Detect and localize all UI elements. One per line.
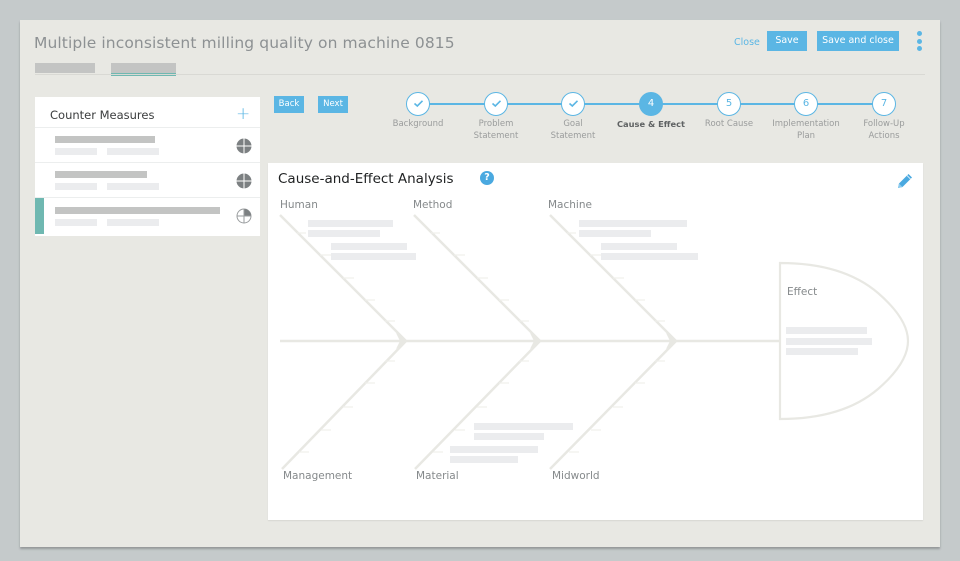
- check-icon: [568, 100, 578, 108]
- step-label: Follow-Up Actions: [844, 119, 924, 142]
- save-and-close-button[interactable]: Save and close: [817, 31, 899, 51]
- step-label-current: Cause & Effect: [616, 119, 686, 129]
- kebab-vertical-icon[interactable]: [916, 31, 922, 53]
- check-icon: [413, 100, 423, 108]
- step-label: Implementation Plan: [766, 119, 846, 142]
- sub-bones: [297, 232, 665, 453]
- counter-measure-item[interactable]: [35, 127, 260, 162]
- step-label-text: Problem Statement: [473, 119, 519, 141]
- step-1-done[interactable]: [406, 92, 430, 116]
- progress-quarter-icon: [236, 208, 252, 224]
- cause-effect-card: Cause-and-Effect Analysis ? Human Method…: [268, 163, 923, 520]
- panel-title: Counter Measures: [50, 108, 155, 122]
- counter-measures-panel: Counter Measures +: [35, 97, 260, 236]
- item-meta-placeholder: [107, 183, 159, 190]
- step-7[interactable]: 7: [872, 92, 896, 116]
- category-label-management: Management: [283, 470, 353, 482]
- step-label: Goal Statement: [533, 119, 613, 142]
- counter-measure-item[interactable]: [35, 162, 260, 197]
- back-button[interactable]: Back: [274, 96, 304, 113]
- page-title: Multiple inconsistent milling quality on…: [34, 34, 455, 52]
- check-icon: [491, 100, 501, 108]
- item-meta-placeholder: [55, 183, 97, 190]
- item-title-placeholder: [55, 136, 155, 143]
- item-meta-placeholder: [107, 219, 159, 226]
- progress-full-icon: [236, 173, 252, 189]
- card-title: Cause-and-Effect Analysis: [278, 171, 454, 187]
- step-2-done[interactable]: [484, 92, 508, 116]
- step-label: Background: [392, 119, 444, 129]
- save-button[interactable]: Save: [767, 31, 807, 51]
- item-meta-placeholder: [107, 148, 159, 155]
- question-icon[interactable]: ?: [480, 171, 494, 185]
- step-label-text: Follow-Up Actions: [863, 119, 905, 141]
- next-button[interactable]: Next: [318, 96, 348, 113]
- step-label: Root Cause: [704, 119, 754, 129]
- item-meta-placeholder: [55, 219, 97, 226]
- item-title-placeholder: [55, 207, 220, 214]
- category-label-machine: Machine: [548, 199, 592, 211]
- item-meta-placeholder: [55, 148, 97, 155]
- category-label-material: Material: [416, 470, 459, 482]
- tab-1[interactable]: [35, 63, 95, 73]
- step-label-text: Implementation Plan: [772, 119, 840, 141]
- bone-midworld: [549, 340, 677, 470]
- close-link[interactable]: Close: [734, 37, 760, 48]
- step-6[interactable]: 6: [794, 92, 818, 116]
- step-label-text: Goal Statement: [550, 119, 596, 141]
- category-label-human: Human: [280, 199, 318, 211]
- header-divider: [35, 74, 925, 75]
- step-5[interactable]: 5: [717, 92, 741, 116]
- step-label: Problem Statement: [456, 119, 536, 142]
- progress-full-icon: [236, 138, 252, 154]
- pencil-icon[interactable]: [895, 171, 915, 191]
- category-label-method: Method: [413, 199, 453, 211]
- step-4-current[interactable]: 4: [639, 92, 663, 116]
- counter-measure-item-selected[interactable]: [35, 197, 260, 236]
- window: Multiple inconsistent milling quality on…: [20, 20, 940, 547]
- bone-management: [281, 340, 407, 470]
- fishbone-diagram: [279, 214, 910, 470]
- effect-label: Effect: [787, 286, 818, 298]
- category-label-midworld: Midworld: [552, 470, 600, 482]
- step-3-done[interactable]: [561, 92, 585, 116]
- plus-icon[interactable]: +: [236, 104, 250, 124]
- item-title-placeholder: [55, 171, 147, 178]
